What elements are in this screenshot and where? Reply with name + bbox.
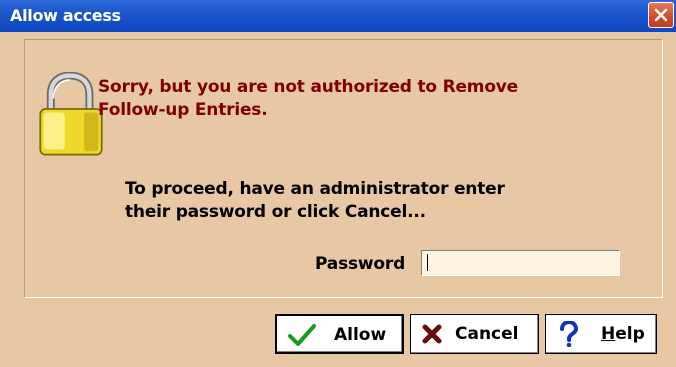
checkmark-icon (288, 324, 316, 346)
dialog-body: Sorry, but you are not authorized to Rem… (0, 32, 676, 367)
title-bar[interactable]: Allow access (0, 0, 676, 32)
password-input[interactable] (421, 250, 620, 276)
password-label: Password (315, 254, 406, 274)
help-button[interactable]: Help (545, 314, 657, 354)
help-label: Help (601, 324, 645, 344)
close-icon (654, 8, 668, 22)
text-cursor (427, 254, 428, 271)
error-message-line2: Follow-up Entries. (98, 100, 268, 120)
help-label-rest: elp (615, 324, 645, 344)
allow-button[interactable]: Allow (275, 314, 404, 354)
error-message: Sorry, but you are not authorized to Rem… (98, 76, 618, 122)
error-message-line1: Sorry, but you are not authorized to Rem… (98, 77, 519, 97)
lock-icon (39, 72, 103, 156)
window-title: Allow access (10, 6, 121, 25)
cancel-label: Cancel (455, 324, 519, 344)
allow-access-dialog: Allow access Sorry, but you are not auth… (0, 0, 676, 367)
question-mark-icon (560, 321, 578, 347)
x-icon (422, 324, 442, 344)
help-mnemonic: H (601, 324, 616, 344)
close-button[interactable] (648, 2, 674, 28)
allow-label: Allow (334, 325, 387, 345)
cancel-button[interactable]: Cancel (410, 314, 539, 354)
instruction-line1: To proceed, have an administrator enter (125, 179, 505, 199)
instruction-line2: their password or click Cancel... (125, 202, 426, 222)
instruction-message: To proceed, have an administrator enter … (125, 178, 645, 224)
